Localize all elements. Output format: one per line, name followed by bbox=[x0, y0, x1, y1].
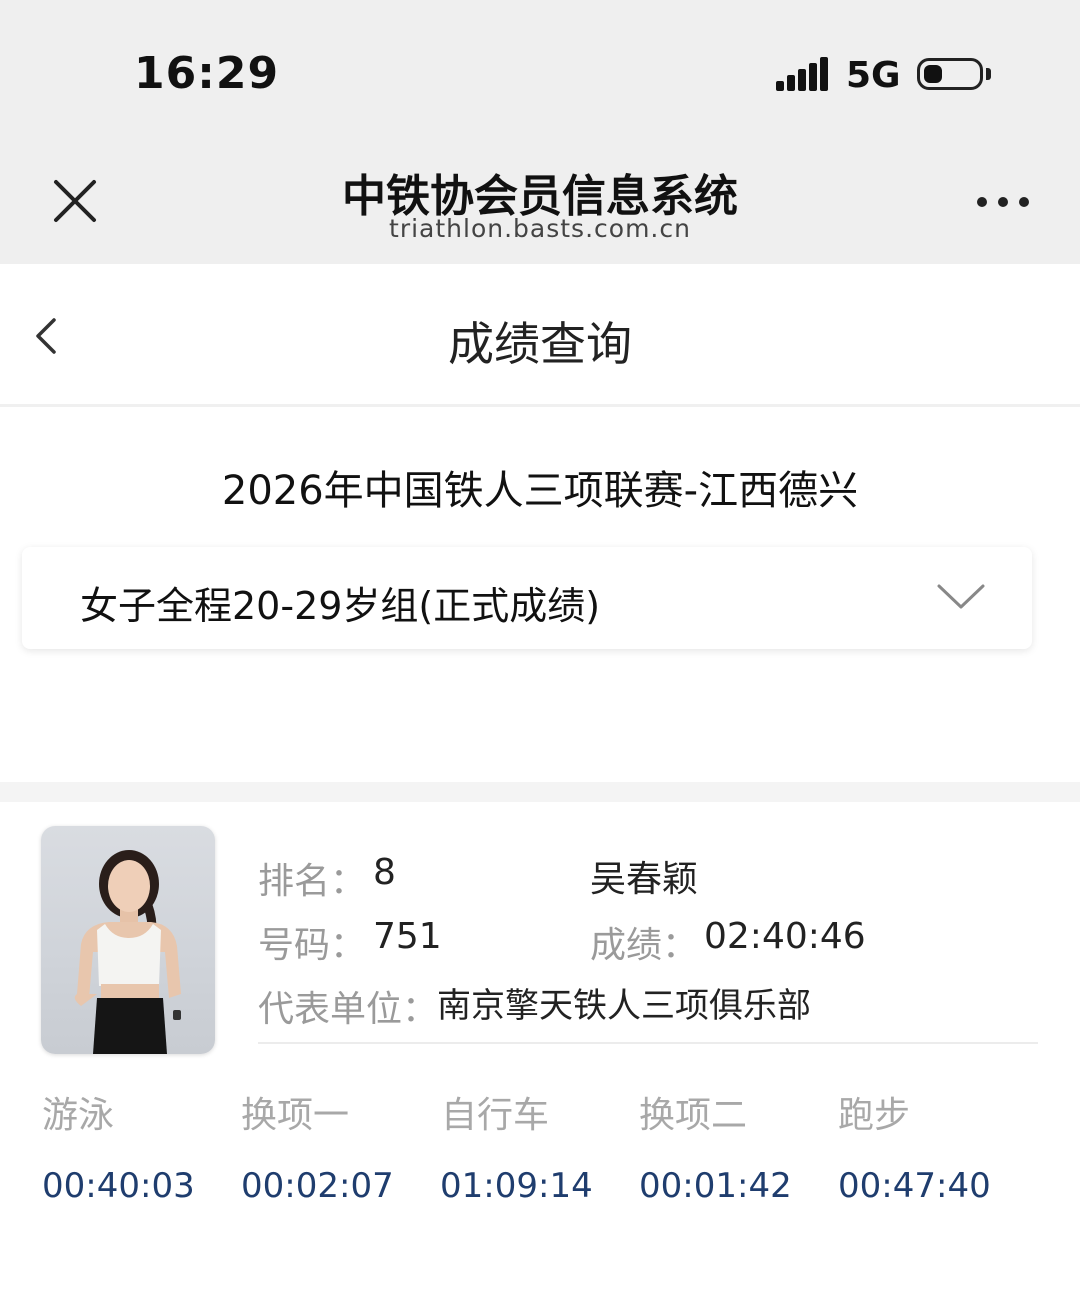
page-title: 成绩查询 bbox=[448, 317, 632, 371]
bib-label: 号码： bbox=[258, 925, 367, 966]
battery-icon bbox=[917, 58, 983, 90]
page-nav: 成绩查询 bbox=[0, 264, 1080, 407]
segment-time-t2: 00:01:42 bbox=[639, 1166, 792, 1206]
segment-time-swim: 00:40:03 bbox=[42, 1166, 195, 1206]
segment-time-run: 00:47:40 bbox=[838, 1166, 991, 1206]
group-select-value: 女子全程20-29岁组(正式成绩) bbox=[80, 584, 601, 628]
athlete-photo bbox=[41, 826, 215, 1054]
section-divider bbox=[0, 782, 1080, 802]
athlete-portrait-illustration bbox=[74, 850, 181, 1054]
score-label: 成绩： bbox=[590, 925, 699, 966]
segment-label-swim: 游泳 bbox=[42, 1095, 115, 1136]
signal-icon bbox=[776, 57, 828, 91]
network-type: 5G bbox=[846, 55, 901, 96]
status-time: 16:29 bbox=[134, 48, 280, 99]
group-select[interactable]: 女子全程20-29岁组(正式成绩) bbox=[22, 547, 1032, 649]
segment-label-t2: 换项二 bbox=[639, 1095, 748, 1136]
battery-tip-icon bbox=[986, 68, 991, 80]
segment-label-t1: 换项一 bbox=[241, 1095, 350, 1136]
score-value: 02:40:46 bbox=[704, 916, 866, 957]
segment-label-bike: 自行车 bbox=[441, 1095, 550, 1136]
segment-time-t1: 00:02:07 bbox=[241, 1166, 394, 1206]
athlete-name: 吴春颖 bbox=[590, 859, 699, 900]
rank-label: 排名： bbox=[258, 861, 367, 902]
bib-value: 751 bbox=[373, 916, 442, 957]
event-title: 2026年中国铁人三项联赛-江西德兴 bbox=[221, 468, 859, 514]
info-divider bbox=[258, 1042, 1038, 1044]
segment-time-bike: 01:09:14 bbox=[440, 1166, 593, 1206]
unit-label: 代表单位： bbox=[258, 989, 439, 1030]
segment-label-run: 跑步 bbox=[838, 1095, 911, 1136]
more-icon[interactable] bbox=[970, 190, 1036, 214]
app-url: triathlon.basts.com.cn bbox=[389, 214, 691, 243]
unit-value: 南京擎天铁人三项俱乐部 bbox=[437, 986, 811, 1026]
chevron-down-icon bbox=[937, 584, 985, 609]
rank-value: 8 bbox=[373, 852, 396, 893]
